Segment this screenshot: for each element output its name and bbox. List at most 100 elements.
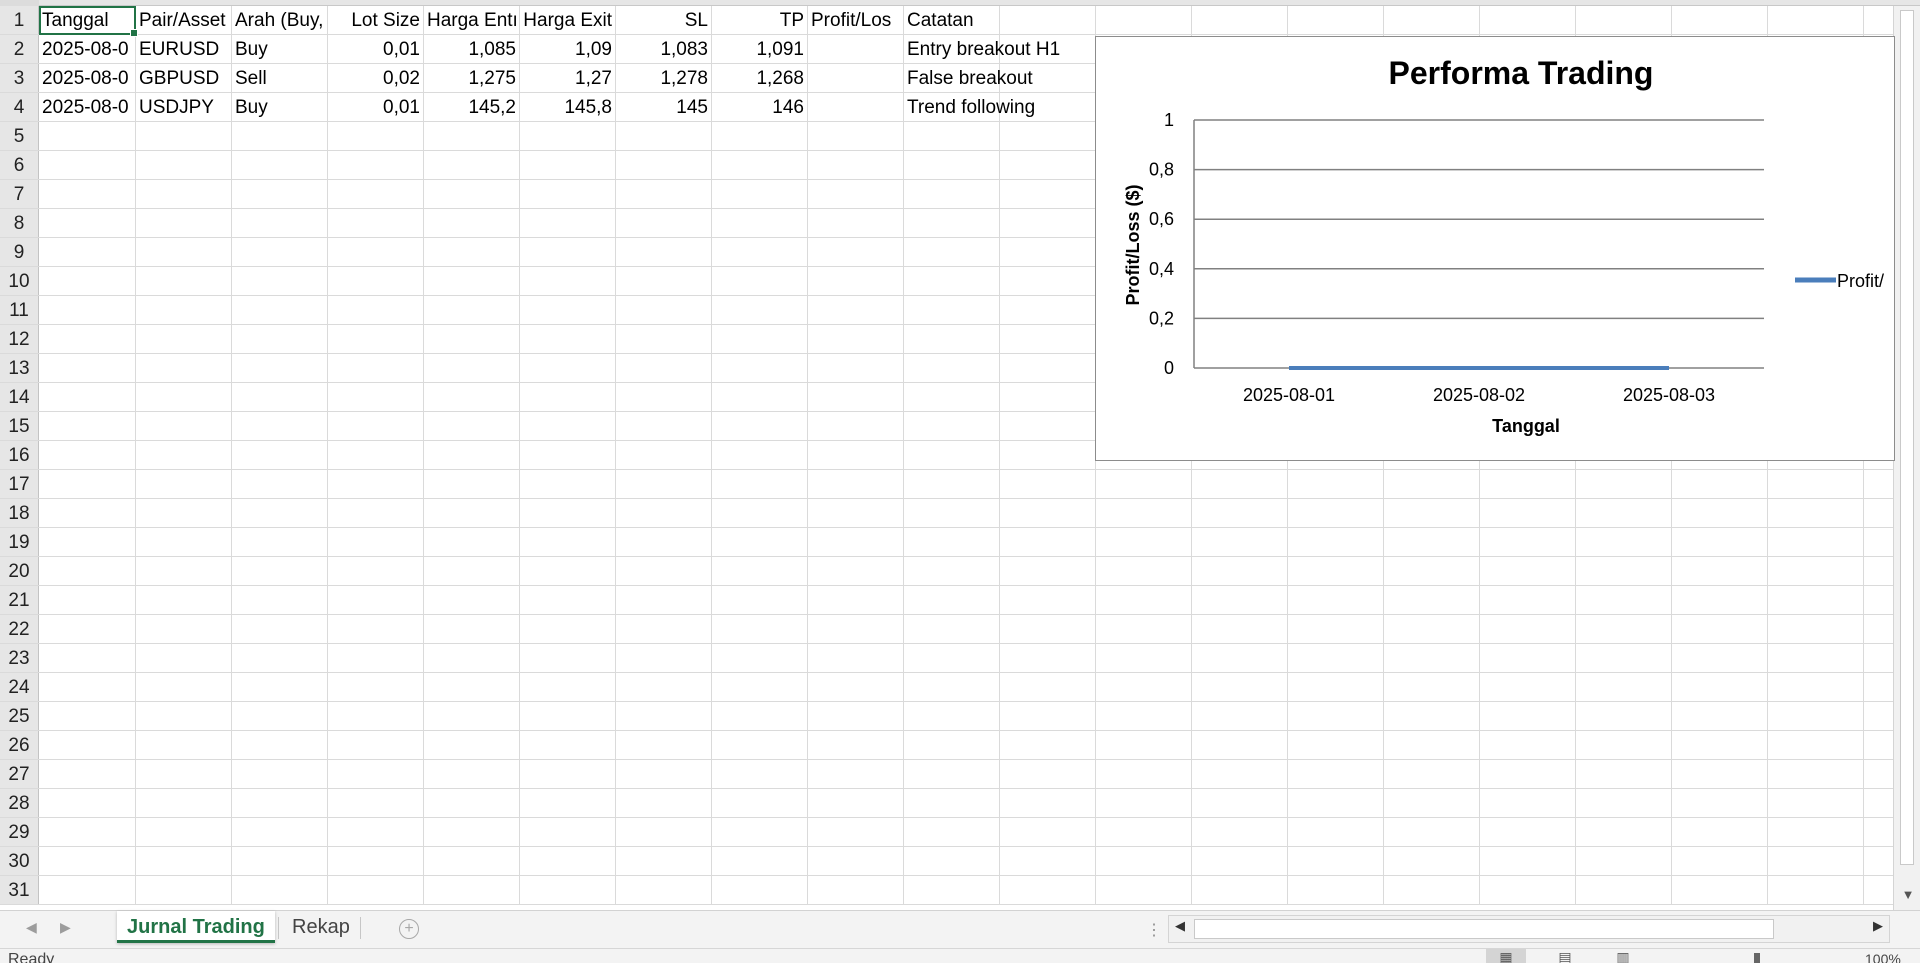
cell[interactable] bbox=[136, 760, 232, 788]
cell[interactable] bbox=[712, 412, 808, 440]
cell[interactable] bbox=[616, 528, 712, 556]
cell[interactable] bbox=[39, 528, 136, 556]
cell[interactable] bbox=[1192, 847, 1288, 875]
cell[interactable] bbox=[520, 354, 616, 382]
vertical-ellipsis-icon[interactable]: ⋮ bbox=[1146, 920, 1162, 940]
cell[interactable]: Pair/Asset bbox=[136, 6, 232, 34]
cell[interactable] bbox=[616, 818, 712, 846]
cell[interactable] bbox=[1480, 6, 1576, 34]
cell[interactable] bbox=[904, 818, 1000, 846]
cell[interactable] bbox=[232, 325, 328, 353]
cell[interactable] bbox=[136, 354, 232, 382]
cell[interactable] bbox=[1000, 383, 1096, 411]
cell[interactable] bbox=[39, 818, 136, 846]
cell[interactable] bbox=[1768, 615, 1864, 643]
cell[interactable] bbox=[39, 267, 136, 295]
cell[interactable] bbox=[136, 615, 232, 643]
cell[interactable] bbox=[520, 789, 616, 817]
cell[interactable] bbox=[39, 209, 136, 237]
cell[interactable] bbox=[520, 267, 616, 295]
cell[interactable] bbox=[520, 644, 616, 672]
row-header[interactable]: 5 bbox=[0, 122, 39, 150]
cell[interactable] bbox=[712, 702, 808, 730]
cell[interactable] bbox=[328, 441, 424, 469]
row-header[interactable]: 21 bbox=[0, 586, 39, 614]
cell[interactable] bbox=[1096, 789, 1192, 817]
cell[interactable] bbox=[136, 528, 232, 556]
cell[interactable] bbox=[712, 876, 808, 904]
row-header[interactable]: 4 bbox=[0, 93, 39, 121]
cell[interactable] bbox=[424, 789, 520, 817]
cell[interactable] bbox=[1288, 615, 1384, 643]
cell[interactable] bbox=[136, 412, 232, 440]
cell[interactable] bbox=[1192, 673, 1288, 701]
cell[interactable] bbox=[424, 267, 520, 295]
cell[interactable]: 2025-08-0 bbox=[39, 35, 136, 63]
row-header[interactable]: 30 bbox=[0, 847, 39, 875]
cell[interactable] bbox=[616, 209, 712, 237]
cell[interactable] bbox=[328, 644, 424, 672]
cell[interactable]: 1,278 bbox=[616, 64, 712, 92]
chevron-left-icon[interactable]: ◀ bbox=[26, 919, 37, 936]
cell[interactable] bbox=[1672, 557, 1768, 585]
cell[interactable] bbox=[1480, 615, 1576, 643]
cell[interactable] bbox=[1384, 644, 1480, 672]
cell[interactable] bbox=[1000, 441, 1096, 469]
cell[interactable] bbox=[1000, 209, 1096, 237]
cell[interactable] bbox=[616, 876, 712, 904]
cell[interactable] bbox=[232, 818, 328, 846]
cell[interactable] bbox=[39, 325, 136, 353]
cell[interactable] bbox=[136, 122, 232, 150]
cell[interactable] bbox=[1672, 6, 1768, 34]
cell[interactable] bbox=[39, 499, 136, 527]
cell[interactable] bbox=[424, 441, 520, 469]
cell[interactable] bbox=[712, 847, 808, 875]
cell[interactable] bbox=[808, 441, 904, 469]
cell[interactable] bbox=[1768, 731, 1864, 759]
cell[interactable] bbox=[712, 673, 808, 701]
cell[interactable] bbox=[424, 354, 520, 382]
cell[interactable] bbox=[39, 847, 136, 875]
cell[interactable] bbox=[232, 412, 328, 440]
cell[interactable] bbox=[1000, 760, 1096, 788]
cell[interactable] bbox=[904, 354, 1000, 382]
cell[interactable] bbox=[1672, 644, 1768, 672]
cell[interactable]: Profit/Los bbox=[808, 6, 904, 34]
cell[interactable] bbox=[520, 528, 616, 556]
cell[interactable] bbox=[1576, 528, 1672, 556]
cell[interactable] bbox=[328, 383, 424, 411]
cell[interactable] bbox=[1000, 499, 1096, 527]
cell[interactable] bbox=[1000, 731, 1096, 759]
row-header[interactable]: 28 bbox=[0, 789, 39, 817]
cell[interactable] bbox=[136, 557, 232, 585]
cell[interactable] bbox=[1480, 818, 1576, 846]
cell[interactable] bbox=[520, 296, 616, 324]
cell[interactable] bbox=[1384, 6, 1480, 34]
cell[interactable] bbox=[1288, 644, 1384, 672]
cell[interactable] bbox=[232, 876, 328, 904]
cell[interactable] bbox=[520, 325, 616, 353]
cell[interactable] bbox=[328, 296, 424, 324]
cell[interactable] bbox=[904, 151, 1000, 179]
cell[interactable] bbox=[1288, 789, 1384, 817]
cell[interactable]: 2025-08-0 bbox=[39, 93, 136, 121]
cell[interactable] bbox=[328, 412, 424, 440]
chart-performa-trading[interactable]: Performa Trading 0 0,2 0,4 0,6 0,8 1 2025-08-… bbox=[1095, 36, 1895, 461]
cell[interactable] bbox=[904, 528, 1000, 556]
cell[interactable] bbox=[232, 673, 328, 701]
cell[interactable] bbox=[904, 441, 1000, 469]
cell[interactable] bbox=[232, 731, 328, 759]
cell[interactable] bbox=[904, 470, 1000, 498]
cell[interactable] bbox=[808, 354, 904, 382]
cell[interactable] bbox=[232, 615, 328, 643]
cell[interactable] bbox=[328, 673, 424, 701]
cell[interactable] bbox=[1576, 615, 1672, 643]
cell[interactable] bbox=[1384, 499, 1480, 527]
page-break-view-icon[interactable]: ▥ bbox=[1606, 949, 1640, 963]
cell[interactable] bbox=[1576, 760, 1672, 788]
cell[interactable] bbox=[520, 702, 616, 730]
row-header[interactable]: 2 bbox=[0, 35, 39, 63]
cell[interactable] bbox=[1000, 267, 1096, 295]
cell[interactable]: 0,01 bbox=[328, 35, 424, 63]
cell[interactable]: 146 bbox=[712, 93, 808, 121]
